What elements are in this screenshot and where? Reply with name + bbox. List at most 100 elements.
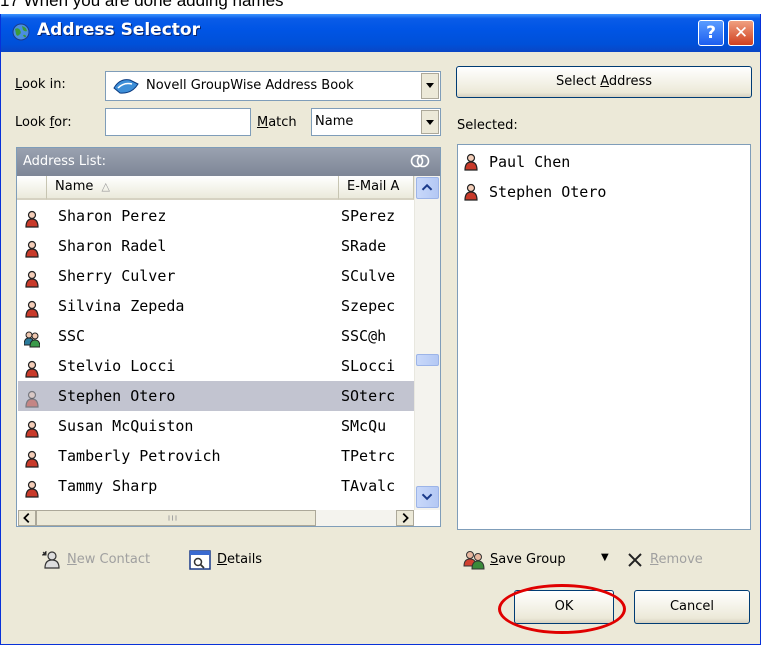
- address-selector-dialog: Address Selector ? ✕ Look in: Novell Gro…: [0, 14, 761, 645]
- scroll-right-button[interactable]: [396, 510, 414, 526]
- address-row[interactable]: Stelvio Locci SLocci: [18, 351, 414, 381]
- address-row-name: Stelvio Locci: [58, 357, 176, 375]
- window-title: Address Selector: [37, 20, 200, 40]
- address-row-name: Silvina Zepeda: [58, 297, 185, 315]
- cancel-button[interactable]: Cancel: [634, 590, 750, 624]
- chevron-up-icon: [421, 183, 433, 191]
- address-row-name: Stephen Otero: [58, 387, 176, 405]
- name-column-label: Name: [55, 179, 94, 194]
- look-for-input[interactable]: [105, 108, 251, 136]
- look-for-label: Look for:: [15, 115, 72, 130]
- help-button[interactable]: ?: [698, 20, 724, 46]
- look-in-value: Novell GroupWise Address Book: [146, 78, 354, 93]
- address-row[interactable]: Tamberly Petrovich TPetrc: [18, 441, 414, 471]
- scroll-up-button[interactable]: [416, 177, 439, 199]
- horizontal-scroll-thumb[interactable]: [36, 510, 316, 526]
- grip-icon: [168, 515, 177, 521]
- details-label: Details: [217, 552, 263, 567]
- chevron-right-icon: [402, 513, 409, 523]
- address-row-name: Tamberly Petrovich: [58, 447, 221, 465]
- new-contact-label: New Contact: [67, 552, 151, 567]
- address-row-name: Tammy Sharp: [58, 477, 158, 495]
- address-row[interactable]: Stephen Otero SOterc: [18, 381, 414, 411]
- person-icon: [24, 298, 40, 318]
- selected-label: Selected:: [457, 118, 518, 133]
- address-row[interactable]: Sharon Radel SRade: [18, 231, 414, 261]
- new-contact-icon: [42, 551, 60, 569]
- address-list-title: Address List:: [23, 154, 107, 169]
- person-icon: [24, 388, 40, 408]
- address-row-email: SCulve: [341, 267, 396, 285]
- selected-row-name: Paul Chen: [489, 153, 571, 171]
- person-icon: [24, 418, 40, 438]
- match-value: Name: [315, 114, 354, 129]
- address-row-email: TPetrc: [341, 447, 396, 465]
- person-icon: [24, 358, 40, 378]
- remove-label: Remove: [650, 552, 703, 567]
- address-list-panel: Address List: Name △ E-Mail A Sharon Per…: [16, 147, 441, 527]
- look-in-label: Look in:: [15, 77, 66, 92]
- match-dropdown[interactable]: Name: [311, 108, 441, 136]
- address-book-icon: [113, 79, 139, 94]
- chevron-down-icon[interactable]: [421, 110, 439, 134]
- address-list-header: Address List:: [17, 148, 440, 176]
- selected-list-panel[interactable]: Paul Chen Stephen Otero: [457, 144, 751, 530]
- email-column-header[interactable]: E-Mail A: [339, 176, 414, 200]
- remove-x-icon: [628, 553, 642, 567]
- address-row-email: SMcQu: [341, 417, 387, 435]
- address-row-name: SSC: [58, 327, 86, 345]
- person-icon: [24, 238, 40, 258]
- name-column-header[interactable]: Name △: [47, 176, 339, 200]
- person-icon: [24, 478, 40, 498]
- horizontal-scrollbar[interactable]: [18, 510, 414, 526]
- address-row[interactable]: Sharon Perez SPerez: [18, 201, 414, 231]
- caption-text: 17 When you are done adding names: [0, 0, 284, 10]
- globe-icon: [12, 23, 30, 41]
- email-column-label: E-Mail A: [347, 179, 400, 194]
- chevron-down-icon: [421, 493, 433, 501]
- scroll-left-button[interactable]: [18, 510, 36, 526]
- chevron-down-icon[interactable]: [421, 73, 439, 99]
- details-icon: [189, 550, 211, 570]
- cancel-label: Cancel: [669, 599, 715, 614]
- address-row[interactable]: Tammy Sharp TAvalc: [18, 471, 414, 501]
- person-icon: [463, 183, 479, 201]
- person-icon: [24, 448, 40, 468]
- scroll-down-button[interactable]: [416, 486, 439, 508]
- address-row-email: SOterc: [341, 387, 396, 405]
- scroll-thumb[interactable]: [416, 354, 439, 366]
- address-row-name: Sharon Perez: [58, 207, 167, 225]
- address-row[interactable]: Sherry Culver SCulve: [18, 261, 414, 291]
- selected-row-name: Stephen Otero: [489, 183, 607, 201]
- address-row[interactable]: SSC SSC@h: [18, 321, 414, 351]
- close-button[interactable]: ✕: [728, 20, 754, 46]
- linked-rings-icon[interactable]: [409, 153, 431, 169]
- title-bar[interactable]: Address Selector ? ✕: [1, 14, 760, 52]
- sort-arrow-icon: △: [101, 180, 110, 193]
- address-row-email: SRade: [341, 237, 387, 255]
- ok-label: OK: [554, 599, 574, 614]
- person-icon: [24, 208, 40, 228]
- address-row-name: Sherry Culver: [58, 267, 176, 285]
- address-row-email: SLocci: [341, 357, 396, 375]
- save-group-label: Save Group: [490, 552, 566, 567]
- address-row[interactable]: Susan McQuiston SMcQu: [18, 411, 414, 441]
- address-row-email: SPerez: [341, 207, 396, 225]
- address-row[interactable]: Silvina Zepeda Szepec: [18, 291, 414, 321]
- person-icon: [463, 153, 479, 171]
- address-row-name: Sharon Radel: [58, 237, 167, 255]
- vertical-scrollbar[interactable]: [414, 176, 440, 510]
- group-icon: [23, 328, 41, 348]
- dropdown-arrow-icon[interactable]: ▼: [601, 552, 609, 563]
- select-address-button[interactable]: Select Address: [456, 66, 752, 98]
- address-row-email: TAvalc: [341, 477, 396, 495]
- group-icon: [463, 551, 485, 570]
- match-label: Match: [257, 115, 297, 130]
- icon-column-header[interactable]: [17, 176, 47, 200]
- person-icon: [24, 268, 40, 288]
- look-in-dropdown[interactable]: Novell GroupWise Address Book: [105, 71, 441, 101]
- ok-button[interactable]: OK: [514, 590, 614, 624]
- chevron-left-icon: [23, 513, 30, 523]
- address-row-email: Szepec: [341, 297, 396, 315]
- address-row-email: SSC@h: [341, 327, 387, 345]
